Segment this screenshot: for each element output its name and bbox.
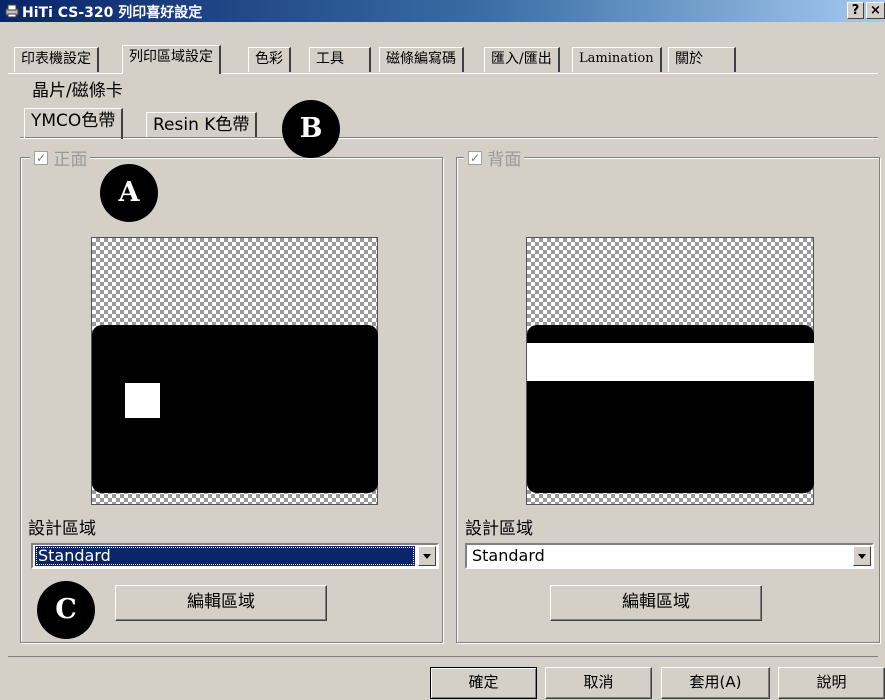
back-dropdown-value: Standard: [472, 546, 545, 565]
tab-lamination[interactable]: Lamination: [572, 47, 662, 72]
subtab-ymco[interactable]: YMCO色帶: [24, 108, 124, 139]
tab-tools[interactable]: 工具: [309, 47, 371, 72]
chevron-down-icon[interactable]: [418, 546, 436, 566]
back-card-print-area: [527, 325, 814, 493]
front-card-print-area: [92, 325, 378, 493]
chevron-down-icon[interactable]: [853, 546, 871, 566]
apply-button[interactable]: 套用(A): [661, 667, 770, 699]
back-checkbox[interactable]: ✓: [468, 151, 482, 165]
front-checkbox[interactable]: ✓: [34, 151, 48, 165]
chip-area: [125, 383, 160, 418]
tab-color[interactable]: 色彩: [248, 47, 291, 72]
tab-magstripe[interactable]: 磁條編寫碼: [379, 47, 464, 72]
back-edit-area-button[interactable]: 編輯區域: [550, 585, 762, 621]
back-design-area-dropdown[interactable]: Standard: [465, 543, 874, 569]
back-design-area-label: 設計區域: [465, 519, 533, 539]
tab-printer-settings[interactable]: 印表機設定: [14, 47, 99, 72]
marker-c: C: [37, 581, 95, 639]
cancel-button[interactable]: 取消: [545, 667, 652, 699]
back-legend-label: 背面: [487, 150, 522, 170]
help-title-button[interactable]: ?: [847, 2, 864, 19]
window-title: HiTi CS-320 列印喜好設定: [22, 5, 203, 21]
marker-b: B: [282, 100, 340, 158]
tab-import-export[interactable]: 匯入/匯出: [484, 47, 560, 72]
ok-button[interactable]: 確定: [430, 667, 537, 699]
close-button[interactable]: ×: [866, 2, 885, 19]
front-legend-label: 正面: [53, 150, 88, 170]
front-legend: ✓ 正面: [30, 145, 91, 170]
front-design-area-dropdown[interactable]: Standard: [31, 543, 439, 569]
section-title: 晶片/磁條卡: [32, 81, 123, 101]
printer-icon: [5, 4, 19, 18]
magstripe-area: [527, 343, 814, 381]
tab-about[interactable]: 關於: [668, 47, 736, 72]
subtab-resin-k[interactable]: Resin K色帶: [146, 112, 258, 138]
marker-a: A: [100, 164, 158, 222]
title-bar[interactable]: HiTi CS-320 列印喜好設定 ? ×: [0, 0, 885, 22]
front-design-area-label: 設計區域: [28, 519, 96, 539]
back-card-preview: [526, 237, 814, 505]
tab-print-area[interactable]: 列印區域設定: [122, 45, 221, 74]
front-dropdown-value: Standard: [35, 546, 415, 566]
front-edit-area-button[interactable]: 編輯區域: [115, 585, 327, 621]
help-button[interactable]: 說明: [778, 667, 885, 699]
front-card-preview: [91, 237, 378, 505]
back-legend: ✓ 背面: [464, 145, 525, 170]
